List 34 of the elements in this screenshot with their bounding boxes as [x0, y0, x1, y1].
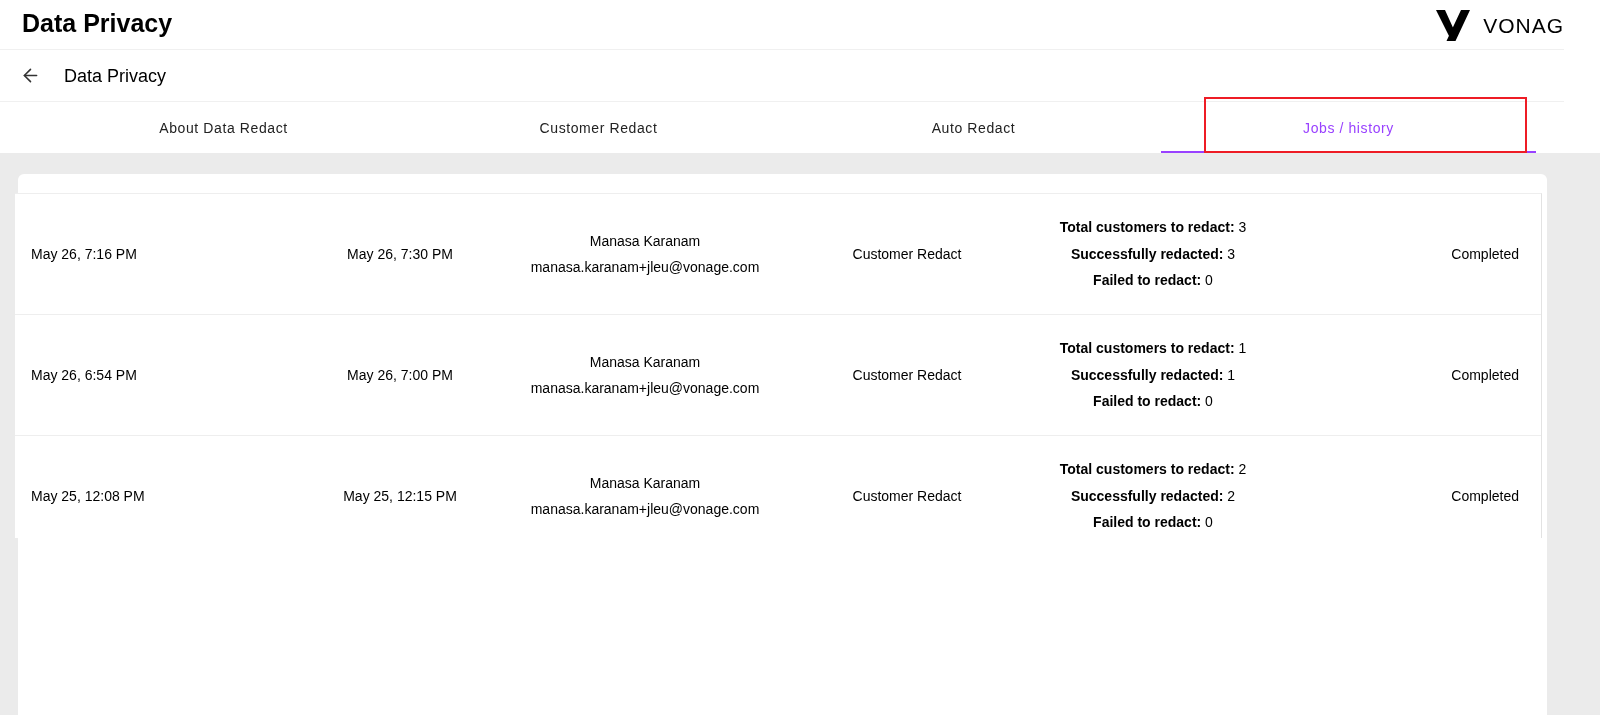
- job-type-text: Customer Redact: [852, 365, 962, 385]
- job-type-text: Customer Redact: [852, 244, 962, 264]
- tab[interactable]: Customer Redact: [411, 102, 786, 153]
- user-name-text: Manasa Karanam: [589, 473, 701, 493]
- date-time-text: May 25, 12:08 PM: [31, 486, 145, 506]
- redact-count-text: Failed to redact: 0: [1093, 513, 1213, 533]
- page-title: Data Privacy: [22, 10, 173, 36]
- status-text: Completed: [1451, 365, 1519, 385]
- section-title: Data Privacy: [64, 66, 167, 85]
- logo-text: VONAG: [1483, 15, 1564, 36]
- status-text: Completed: [1451, 244, 1519, 264]
- logo-icon: [1436, 10, 1471, 41]
- job-type-text: Customer Redact: [852, 486, 962, 506]
- user-name-text: Manasa Karanam: [589, 231, 701, 251]
- user-email-text: manasa.karanam+jleu@vonage.com: [530, 500, 760, 519]
- tab[interactable]: About Data Redact: [36, 102, 411, 153]
- status-text: Completed: [1451, 486, 1519, 506]
- redact-count-text: Total customers to redact: 1: [1059, 339, 1247, 359]
- tab[interactable]: Auto Redact: [786, 102, 1161, 153]
- redact-count-text: Successfully redacted: 3: [1070, 244, 1236, 264]
- user-email-text: manasa.karanam+jleu@vonage.com: [530, 258, 760, 277]
- date-time-text: May 26, 6:54 PM: [31, 365, 137, 385]
- date-time-text: May 25, 12:15 PM: [343, 486, 457, 506]
- redact-count-text: Total customers to redact: 2: [1059, 460, 1247, 480]
- redact-count-text: Successfully redacted: 1: [1070, 365, 1236, 385]
- user-email-text: manasa.karanam+jleu@vonage.com: [530, 379, 760, 398]
- redact-count-text: Successfully redacted: 2: [1070, 486, 1236, 506]
- date-time-text: May 26, 7:00 PM: [347, 365, 453, 385]
- date-time-text: May 26, 7:30 PM: [347, 244, 453, 264]
- redact-count-text: Failed to redact: 0: [1093, 271, 1213, 291]
- redact-count-text: Failed to redact: 0: [1093, 392, 1213, 412]
- redact-count-text: Total customers to redact: 3: [1059, 218, 1247, 238]
- user-name-text: Manasa Karanam: [589, 352, 701, 372]
- date-time-text: May 26, 7:16 PM: [31, 244, 137, 264]
